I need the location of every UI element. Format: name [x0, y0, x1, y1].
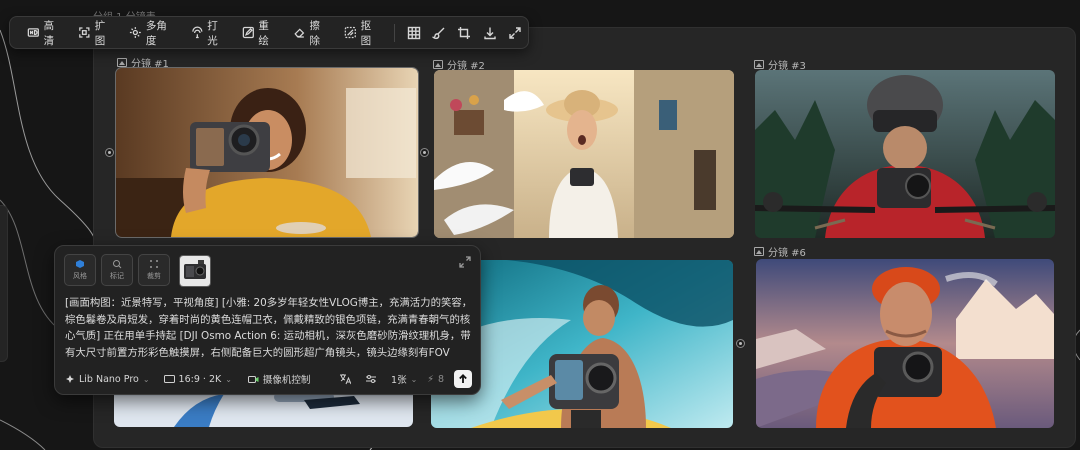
redraw-icon — [242, 26, 254, 39]
settings-button[interactable] — [365, 373, 377, 385]
lighting-icon — [191, 26, 203, 39]
connector-dot-right[interactable] — [736, 339, 745, 348]
shot-2-image[interactable] — [434, 70, 734, 238]
marker-icon — [113, 260, 122, 269]
toolbar-divider — [394, 23, 396, 42]
image-icon — [754, 60, 764, 69]
cutout-button[interactable]: 抠图 — [337, 19, 388, 47]
grid-icon — [407, 26, 420, 39]
expand-icon — [459, 256, 471, 268]
prompt-text[interactable]: [画面构图：近景特写，平视角度] [小雅: 20多岁年轻女性VLOG博主，充满活… — [65, 295, 473, 359]
hd-button[interactable]: 高清 — [20, 19, 71, 47]
eraser-label: 擦除 — [309, 19, 320, 47]
chevron-down-icon: ⌄ — [225, 374, 232, 384]
style-chip[interactable]: 风格 — [64, 254, 96, 286]
prompt-controls: Lib Nano Pro ⌄ 16:9 · 2K ⌄ 摄像机控制 1张 ⌄ ⚡ … — [65, 368, 472, 390]
lightning-icon: ⚡ — [427, 373, 434, 385]
side-node-card[interactable] — [0, 205, 8, 362]
shot-6-label: 分镜 #6 — [754, 244, 806, 259]
count-label: 1张 — [391, 375, 407, 386]
ratio-selector[interactable]: 16:9 · 2K ⌄ — [163, 373, 232, 385]
marker-chip[interactable]: 标记 — [101, 254, 133, 286]
eraser-icon — [294, 28, 305, 38]
hd-label: 高清 — [43, 19, 55, 47]
brush-icon — [432, 27, 445, 39]
credits-indicator: ⚡ 8 — [427, 374, 444, 385]
shot-3-image[interactable] — [755, 70, 1055, 238]
grid-button[interactable] — [401, 21, 426, 45]
style-chip-label: 风格 — [73, 272, 87, 280]
brush-button[interactable] — [426, 21, 451, 45]
download-icon — [484, 27, 496, 39]
crop-chip-label: 裁剪 — [147, 272, 161, 280]
lighting-label: 打光 — [207, 19, 218, 47]
aspect-ratio-icon — [163, 375, 175, 383]
image-toolbar: 高清 扩图 多角度 打光 重绘 擦除 抠图 — [9, 16, 529, 49]
multi-angle-label: 多角度 — [145, 19, 167, 47]
marker-chip-label: 标记 — [110, 272, 124, 280]
send-button[interactable] — [454, 370, 472, 388]
cutout-icon — [344, 26, 356, 39]
crop-chip[interactable]: 裁剪 — [138, 254, 170, 286]
model-label: Lib Nano Pro — [79, 373, 139, 385]
multi-angle-icon — [130, 27, 141, 38]
camera-control-label: 摄像机控制 — [262, 375, 311, 386]
crop-button[interactable] — [452, 21, 477, 45]
count-selector[interactable]: 1张 ⌄ — [391, 372, 418, 387]
crop-icon — [458, 26, 471, 39]
expand-image-icon — [79, 27, 90, 38]
cutout-label: 抠图 — [360, 19, 372, 47]
fullscreen-icon — [509, 26, 521, 39]
credits-value: 8 — [437, 373, 444, 385]
expand-image-label: 扩图 — [94, 19, 106, 47]
download-button[interactable] — [477, 21, 502, 45]
translate-icon — [340, 374, 352, 385]
shot-1-image[interactable] — [115, 67, 419, 238]
image-icon — [433, 60, 443, 69]
model-icon — [66, 375, 74, 383]
eraser-button[interactable]: 擦除 — [286, 19, 337, 47]
camera-control-button[interactable]: 摄像机控制 — [247, 372, 311, 386]
fullscreen-button[interactable] — [503, 21, 528, 45]
model-selector[interactable]: Lib Nano Pro ⌄ — [65, 374, 150, 385]
camera-icon — [247, 375, 259, 383]
chevron-down-icon: ⌄ — [142, 374, 150, 384]
arrow-up-icon — [459, 374, 467, 383]
reference-thumbnail[interactable] — [179, 255, 211, 287]
image-icon — [754, 247, 764, 256]
cube-icon — [76, 260, 84, 268]
expand-image-button[interactable]: 扩图 — [71, 19, 122, 47]
ratio-label: 16:9 · 2K — [178, 373, 222, 385]
crop-small-icon — [150, 260, 158, 268]
chevron-down-icon: ⌄ — [410, 374, 418, 384]
connector-dot-middle[interactable] — [420, 148, 429, 157]
prompt-panel: 风格 标记 裁剪 [画面构图：近景特写，平视角度] [小雅: 20多岁年轻女性V… — [54, 245, 481, 395]
image-icon — [117, 58, 127, 67]
expand-panel-button[interactable] — [458, 255, 472, 269]
connector-dot-left[interactable] — [105, 148, 114, 157]
redraw-label: 重绘 — [258, 19, 269, 47]
redraw-button[interactable]: 重绘 — [235, 19, 286, 47]
lighting-button[interactable]: 打光 — [184, 19, 235, 47]
shot-6-image[interactable] — [756, 259, 1054, 428]
shot-6-title: 分镜 #6 — [768, 248, 806, 259]
sliders-icon — [366, 375, 377, 383]
translate-button[interactable] — [339, 373, 352, 385]
hd-icon — [27, 28, 39, 37]
multi-angle-button[interactable]: 多角度 — [122, 19, 183, 47]
